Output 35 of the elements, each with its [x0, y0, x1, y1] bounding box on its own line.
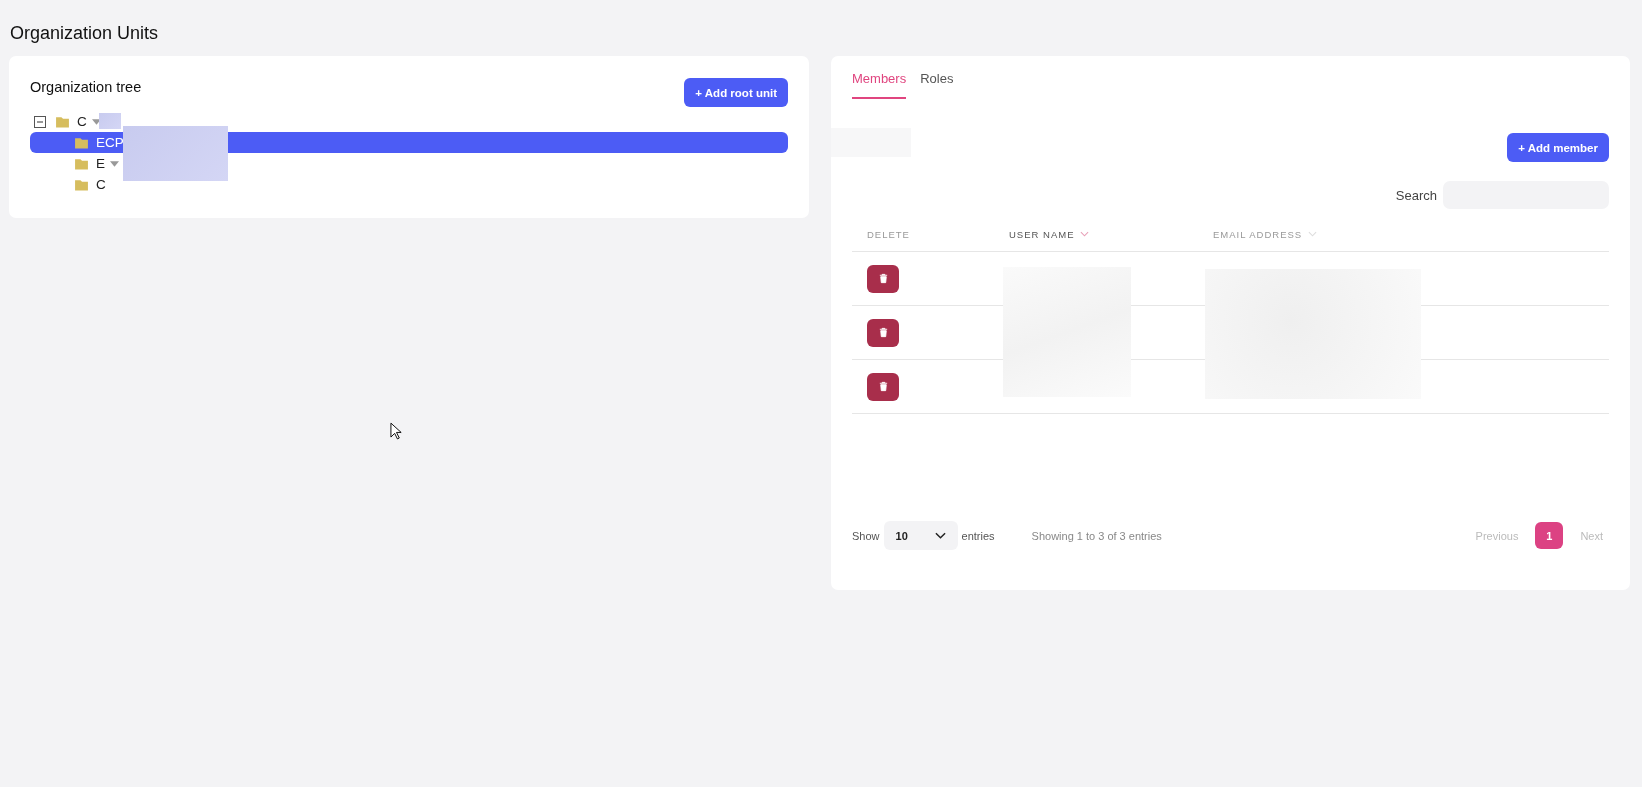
tree-item[interactable]: C [30, 111, 788, 132]
entries-info: Showing 1 to 3 of 3 entries [1031, 529, 1162, 542]
tree-item[interactable]: C [30, 174, 788, 195]
folder-icon [74, 177, 89, 192]
folder-icon [74, 135, 89, 150]
delete-button[interactable] [867, 264, 899, 293]
tab[interactable]: Roles [920, 71, 954, 99]
trash-icon [877, 327, 889, 338]
trash-icon [877, 381, 889, 392]
tree-item[interactable]: E [30, 153, 788, 174]
entries-label: entries [961, 529, 995, 542]
delete-button[interactable] [867, 318, 899, 347]
chevron-down-icon [934, 532, 946, 539]
add-root-unit-button[interactable]: + Add root unit [684, 78, 788, 107]
redaction-block [99, 113, 121, 129]
collapse-icon[interactable] [34, 115, 46, 128]
show-label: Show [852, 529, 880, 542]
delete-button[interactable] [867, 372, 899, 401]
page-button[interactable]: 1 [1535, 522, 1564, 549]
page-title: Organization Units [9, 22, 160, 45]
caret-icon[interactable] [91, 118, 101, 125]
folder-icon [55, 114, 70, 129]
tab[interactable]: Members [852, 71, 907, 99]
sort-icon[interactable] [1080, 231, 1090, 237]
folder-icon [74, 156, 89, 171]
add-member-button[interactable]: + Add member [1507, 133, 1609, 162]
caret-icon[interactable] [110, 160, 119, 167]
mouse-pointer-icon [390, 422, 403, 441]
trash-icon [877, 273, 889, 284]
search-label: Search [1395, 187, 1437, 203]
column-header: DELETE [866, 228, 911, 240]
column-header[interactable]: USER NAME [1009, 228, 1213, 240]
page-size-select[interactable]: 10 [883, 521, 958, 550]
card-title: Organization tree [30, 78, 142, 95]
column-header[interactable]: EMAIL ADDRESS [1213, 228, 1318, 240]
